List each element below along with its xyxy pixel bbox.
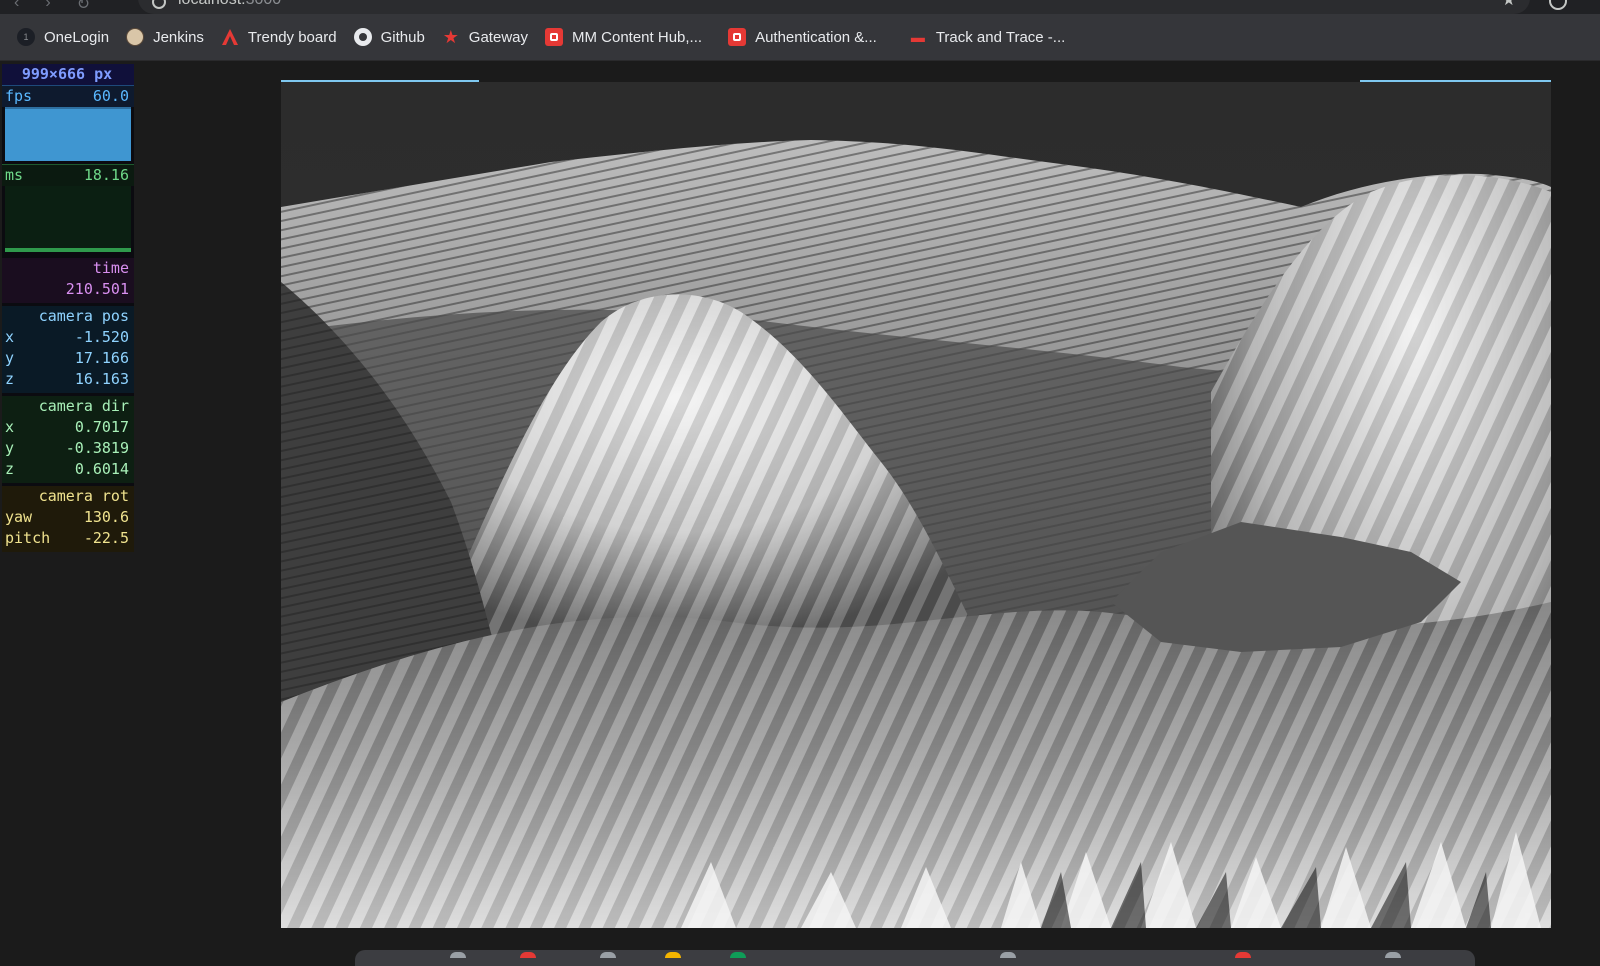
bookmark-jenkins[interactable]: Jenkins — [126, 28, 204, 46]
dock-bar — [355, 950, 1475, 966]
bookmark-label: OneLogin — [44, 28, 110, 46]
jenkins-icon — [126, 28, 145, 46]
terrain-render — [281, 82, 1551, 928]
canvas-size-readout: 999×666 px — [2, 64, 134, 85]
bookmark-github[interactable]: Github — [353, 28, 425, 46]
red-app-icon — [545, 28, 563, 46]
fps-label: fps — [5, 87, 33, 105]
nav-buttons: ‹ › ↻ — [14, 0, 90, 14]
fps-graph — [5, 107, 131, 161]
ms-value: 18.16 — [83, 166, 129, 184]
fps-readout: fps 60.0 — [2, 85, 134, 107]
dock-app-icon[interactable] — [730, 952, 746, 958]
url-text: localhost:3000 — [178, 0, 281, 9]
time-value: 210.501 — [65, 280, 129, 298]
bookmark-track-and-trace[interactable]: ▬ Track and Trace -... — [909, 28, 1066, 46]
ms-readout: ms 18.16 — [2, 164, 134, 186]
reload-icon[interactable]: ↻ — [77, 0, 90, 14]
camera-dir-y: -0.3819 — [65, 439, 129, 457]
bookmark-label: Track and Trace -... — [935, 28, 1066, 46]
bookmark-gateway[interactable]: ★ Gateway — [442, 26, 528, 47]
dock-app-icon[interactable] — [520, 952, 536, 958]
site-info-icon[interactable] — [152, 0, 166, 9]
bookmark-mm-content-hub[interactable]: MM Content Hub,... — [545, 28, 702, 46]
back-icon[interactable]: ‹ — [14, 0, 19, 14]
github-icon — [353, 28, 372, 46]
ms-graph — [5, 186, 131, 252]
page-content: 999×666 px fps 60.0 ms 18.16 time 210.501 … — [0, 61, 1600, 945]
axis-label: x — [5, 418, 15, 436]
fps-value: 60.0 — [92, 87, 129, 105]
dock-app-icon[interactable] — [665, 952, 681, 958]
camera-rot-readout: camera rot yaw 130.6 pitch -22.5 — [2, 486, 134, 552]
browser-toolbar: ‹ › ↻ localhost:3000 ★ — [0, 0, 1600, 14]
axis-label: y — [5, 439, 15, 457]
bookmark-star-icon[interactable]: ★ — [1502, 0, 1516, 10]
camera-dir-x: 0.7017 — [74, 418, 129, 436]
dock-app-icon[interactable] — [600, 952, 616, 958]
axis-label: x — [5, 328, 15, 346]
forward-icon[interactable]: › — [45, 0, 50, 14]
dock-app-icon[interactable] — [450, 952, 466, 958]
axis-label: y — [5, 349, 15, 367]
truck-icon: ▬ — [910, 29, 925, 45]
bookmark-onelogin[interactable]: 1 OneLogin — [17, 28, 109, 46]
ms-label: ms — [5, 166, 24, 184]
pitch-label: pitch — [5, 529, 51, 547]
profile-icon[interactable] — [1549, 0, 1567, 10]
camera-yaw: 130.6 — [83, 508, 129, 526]
camera-pos-x: -1.520 — [74, 328, 129, 346]
camera-rot-label: camera rot — [38, 487, 129, 505]
star-icon: ★ — [442, 26, 459, 47]
address-bar[interactable]: localhost:3000 ★ — [138, 0, 1530, 14]
camera-dir-z: 0.6014 — [74, 460, 129, 478]
time-label: time — [92, 259, 129, 277]
bookmark-label: Authentication &... — [755, 28, 877, 46]
bookmark-trendy-board[interactable]: Trendy board — [221, 28, 337, 46]
camera-pos-y: 17.166 — [74, 349, 129, 367]
red-app-icon — [728, 28, 747, 46]
dock-app-icon[interactable] — [1235, 952, 1251, 958]
camera-pos-z: 16.163 — [74, 370, 129, 388]
bookmark-label: Trendy board — [247, 28, 337, 46]
bookmark-label: Gateway — [468, 28, 528, 46]
bookmark-label: Jenkins — [153, 28, 204, 46]
axis-label: z — [5, 460, 15, 478]
axis-label: z — [5, 370, 15, 388]
onelogin-icon: 1 — [17, 28, 35, 46]
yaw-label: yaw — [5, 508, 33, 526]
angular-icon — [221, 28, 239, 46]
camera-pos-label: camera pos — [38, 307, 129, 325]
terrain-canvas[interactable] — [281, 82, 1551, 928]
camera-dir-readout: camera dir x 0.7017 y -0.3819 z 0.6014 — [2, 396, 134, 483]
dock-app-icon[interactable] — [1385, 952, 1401, 958]
bookmark-authentication[interactable]: Authentication &... — [728, 28, 877, 46]
camera-pos-readout: camera pos x -1.520 y 17.166 z 16.163 — [2, 306, 134, 393]
dock-app-icon[interactable] — [1000, 952, 1016, 958]
stats-panel: 999×666 px fps 60.0 ms 18.16 time 210.501 … — [2, 64, 134, 552]
bookmark-label: Github — [380, 28, 425, 46]
camera-pitch: -22.5 — [83, 529, 129, 547]
bookmarks-bar: 1 OneLogin Jenkins Trendy board Github ★… — [0, 14, 1600, 61]
time-readout: time 210.501 — [2, 258, 134, 303]
camera-dir-label: camera dir — [38, 397, 129, 415]
bookmark-label: MM Content Hub,... — [572, 28, 703, 46]
